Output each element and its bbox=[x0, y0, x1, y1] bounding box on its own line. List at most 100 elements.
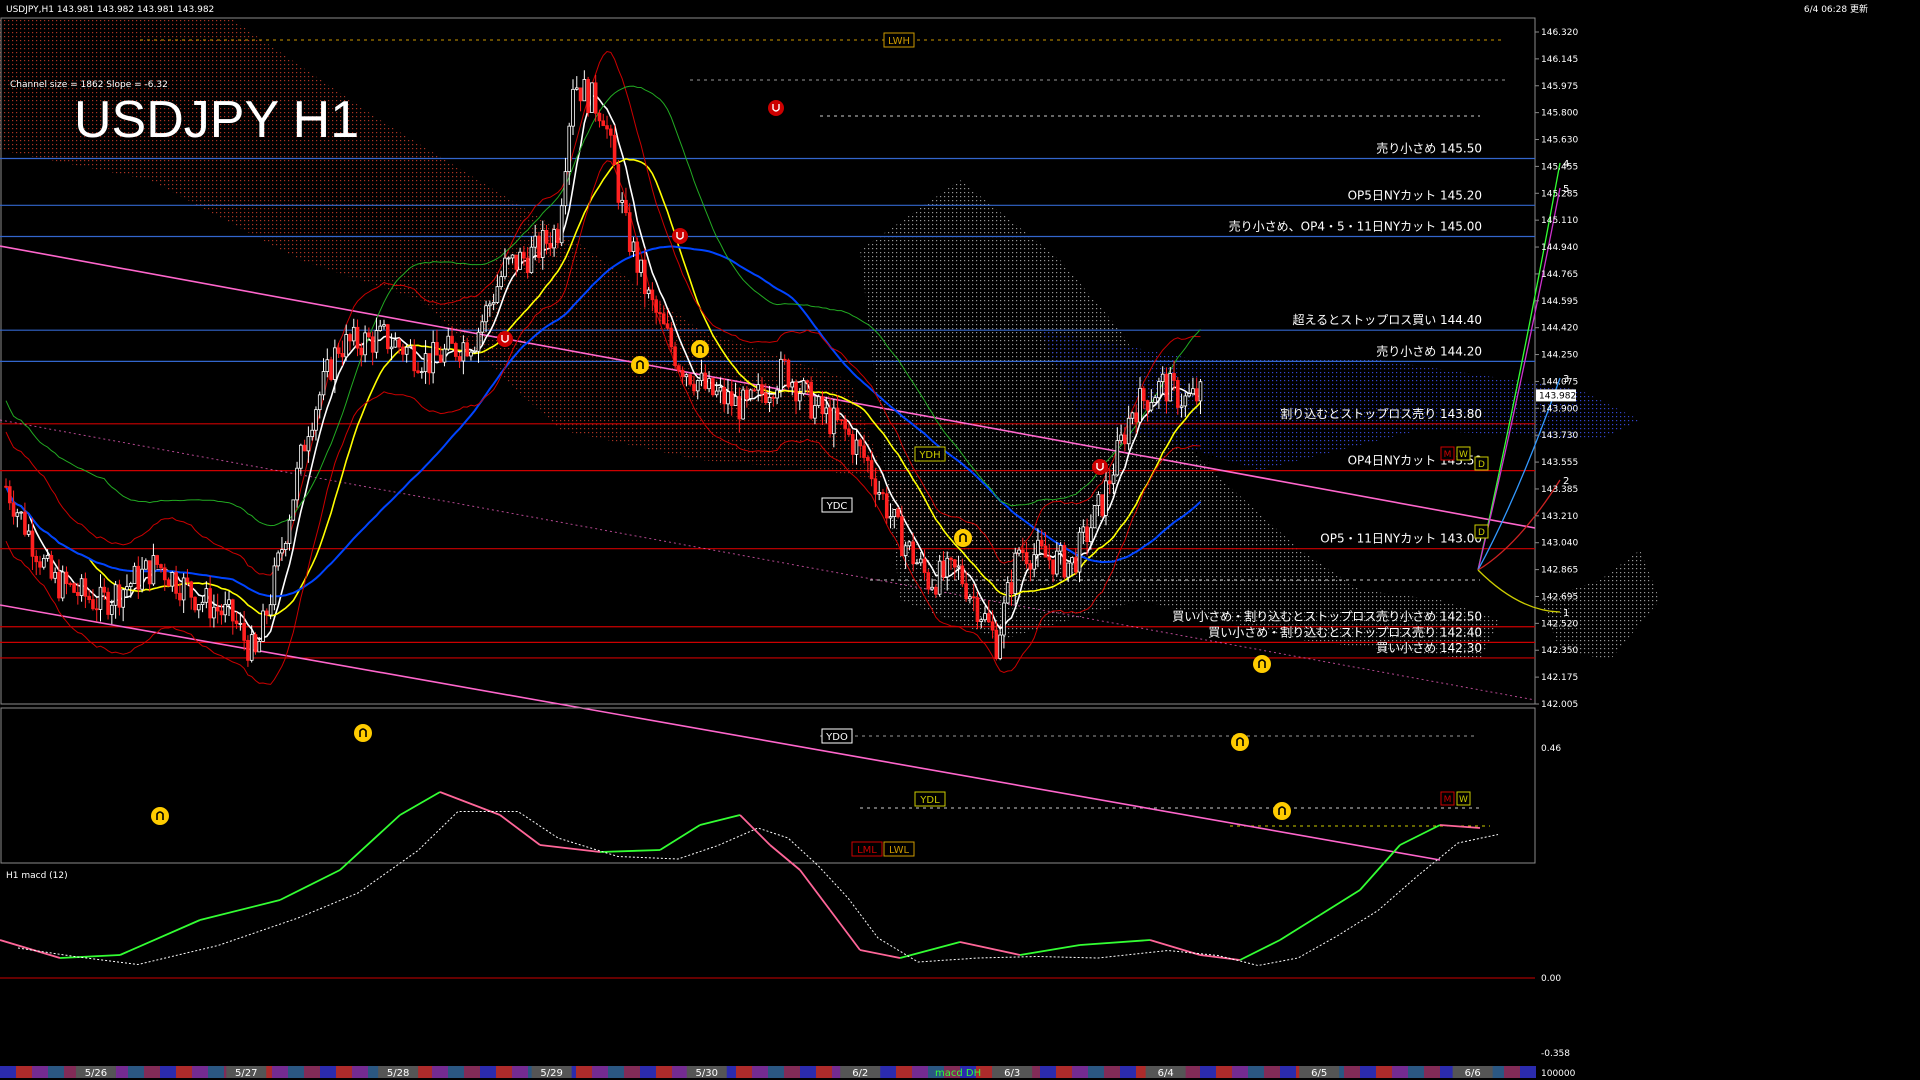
candle-body bbox=[1089, 527, 1093, 542]
level-label: 買い小さめ・割り込むとストップロス売り小さめ 142.50 bbox=[1172, 609, 1482, 624]
candle-body bbox=[140, 568, 144, 590]
candle-body bbox=[287, 519, 292, 544]
candle-body bbox=[299, 444, 303, 469]
candle-body bbox=[960, 565, 965, 585]
candle-body bbox=[722, 386, 726, 405]
candle-body bbox=[556, 229, 560, 244]
price-tick-label: 145.975 bbox=[1541, 82, 1578, 92]
candle-body bbox=[117, 584, 122, 608]
candle-body bbox=[128, 583, 133, 588]
candle-body bbox=[699, 372, 704, 381]
candle-body bbox=[261, 610, 265, 642]
updated-time: 6/4 06:28 更新 bbox=[1804, 3, 1868, 15]
candle-body bbox=[832, 407, 836, 435]
candle-body bbox=[798, 393, 802, 402]
time-strip-cell bbox=[128, 1066, 144, 1078]
candle-body bbox=[737, 396, 742, 420]
candle-body bbox=[563, 171, 568, 207]
time-strip-cell bbox=[912, 1066, 928, 1078]
date-label: 6/4 bbox=[1158, 1068, 1174, 1079]
candle-body bbox=[983, 613, 987, 621]
buy-signal-marker bbox=[1253, 655, 1271, 673]
time-strip-cell bbox=[592, 1066, 608, 1078]
time-strip-cell bbox=[464, 1066, 480, 1078]
candle-body bbox=[1036, 539, 1040, 556]
time-strip-cell bbox=[1088, 1066, 1104, 1078]
time-strip-cell bbox=[416, 1066, 432, 1078]
candle-body bbox=[937, 560, 942, 595]
candle-body bbox=[106, 591, 110, 615]
candle-body bbox=[11, 502, 16, 517]
date-label: 6/5 bbox=[1311, 1068, 1327, 1079]
candle-body bbox=[726, 391, 730, 405]
candle-body bbox=[351, 326, 356, 342]
candle-body bbox=[401, 346, 405, 355]
tag-label: YDO bbox=[825, 732, 848, 743]
candle-body bbox=[333, 347, 337, 380]
candle-body bbox=[888, 516, 893, 519]
date-label: 5/26 bbox=[85, 1068, 107, 1079]
buy-signal-marker bbox=[631, 356, 649, 374]
symbol-info: USDJPY,H1 143.981 143.982 143.981 143.98… bbox=[6, 5, 214, 15]
mw-label: W bbox=[1459, 795, 1468, 805]
price-tick-label: 145.630 bbox=[1541, 136, 1578, 146]
time-strip-cell bbox=[1424, 1066, 1440, 1078]
candle-body bbox=[1081, 526, 1086, 533]
candle-body bbox=[431, 342, 435, 374]
candle-body bbox=[956, 565, 961, 568]
candle-body bbox=[684, 374, 689, 378]
candle-body bbox=[1058, 545, 1063, 552]
candle-body bbox=[752, 389, 757, 392]
candle-body bbox=[336, 347, 341, 354]
buy-signal-marker bbox=[691, 340, 709, 358]
candle-body bbox=[435, 342, 439, 356]
time-strip-cell bbox=[1504, 1066, 1520, 1078]
candle-body bbox=[987, 613, 991, 623]
candle-body bbox=[193, 596, 197, 611]
time-strip-cell bbox=[752, 1066, 768, 1078]
candle-body bbox=[1176, 380, 1180, 408]
candle-body bbox=[280, 549, 284, 554]
time-strip-cell bbox=[880, 1066, 896, 1078]
sell-signal-marker bbox=[672, 228, 688, 244]
candle-body bbox=[518, 251, 522, 270]
candle-body bbox=[990, 621, 995, 631]
candle-body bbox=[854, 439, 859, 455]
candle-body bbox=[310, 429, 314, 438]
channel-info: Channel size = 1862 Slope = -6.32 bbox=[10, 80, 168, 90]
candle-body bbox=[132, 565, 137, 584]
candle-body bbox=[915, 562, 919, 565]
level-label: 買い小さめ・割り込むとストップロス売り 142.40 bbox=[1208, 624, 1482, 639]
time-strip-cell bbox=[640, 1066, 656, 1078]
candle-body bbox=[196, 604, 201, 611]
candle-body bbox=[809, 381, 813, 419]
candle-body bbox=[745, 389, 749, 399]
candle-body bbox=[767, 396, 772, 404]
candle-body bbox=[741, 389, 745, 420]
candle-body bbox=[786, 359, 791, 388]
candle-body bbox=[627, 212, 632, 252]
time-strip-cell bbox=[736, 1066, 752, 1078]
candle-body bbox=[643, 259, 647, 295]
candle-body bbox=[162, 567, 167, 581]
candle-body bbox=[1039, 539, 1044, 547]
candle-body bbox=[1073, 557, 1078, 573]
candle-body bbox=[646, 289, 651, 295]
candle-body bbox=[159, 564, 163, 569]
price-tick-label: 143.900 bbox=[1541, 404, 1578, 414]
time-strip-cell bbox=[1280, 1066, 1296, 1078]
candle-body bbox=[268, 604, 273, 616]
forecast-number: 1 bbox=[1563, 608, 1569, 619]
candle-body bbox=[1051, 559, 1055, 575]
candle-body bbox=[661, 313, 666, 325]
time-strip-cell bbox=[16, 1066, 32, 1078]
candle-body bbox=[291, 499, 296, 521]
candle-body bbox=[971, 596, 976, 599]
time-strip-cell bbox=[32, 1066, 48, 1078]
time-strip-cell bbox=[176, 1066, 192, 1078]
candle-body bbox=[155, 555, 160, 565]
candle-body bbox=[1172, 373, 1176, 381]
candle-body bbox=[586, 79, 590, 113]
price-tick-label: 142.175 bbox=[1541, 673, 1578, 683]
candle-body bbox=[903, 545, 908, 556]
